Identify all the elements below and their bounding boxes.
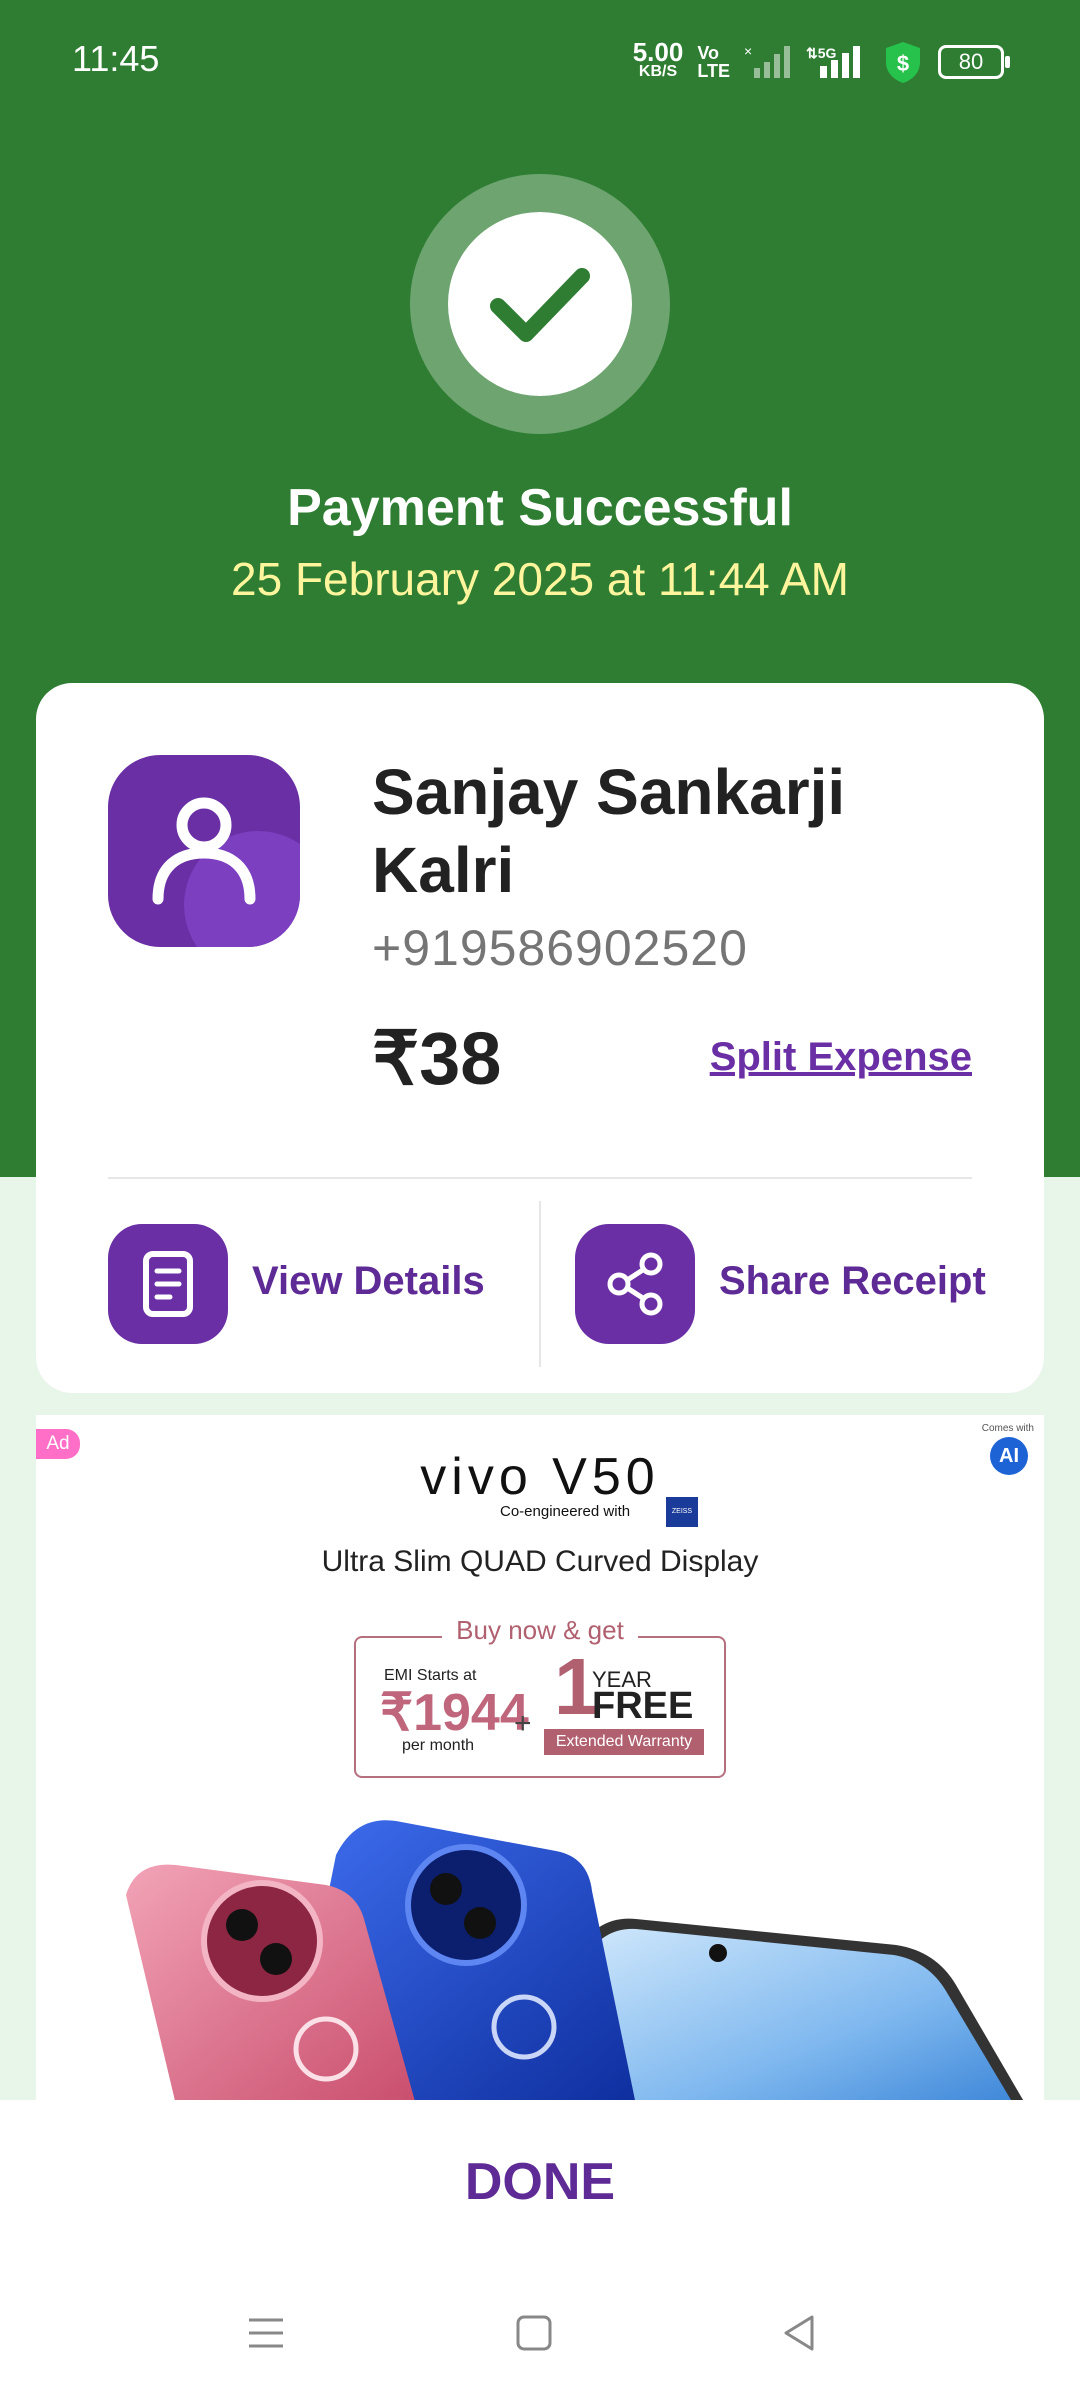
signal-icon: × [744,44,790,78]
card-divider [108,1177,972,1179]
ad-coengineered: Co-engineered with [500,1503,631,1520]
recent-apps-button[interactable] [245,2312,287,2354]
payee-phone: +919586902520 [372,920,748,976]
net-speed-unit: KB/S [638,63,678,80]
view-details-button[interactable] [108,1224,228,1344]
status-time: 11:45 [72,38,160,79]
svg-text:⇅5G: ⇅5G [806,45,837,61]
payment-status-title: Payment Successful [287,479,793,537]
svg-text:$: $ [897,51,909,76]
split-expense-link[interactable]: Split Expense [710,1035,972,1080]
ad-ai-note: Comes with [981,1423,1034,1434]
action-divider [539,1201,541,1367]
ad-banner[interactable]: Ad Comes with AI vivo V50 Co-engineered … [36,1415,1044,2100]
payee-name: Sanjay Sankarji Kalri [372,756,846,906]
success-check-icon [448,212,632,396]
svg-text:×: × [744,44,752,59]
battery-icon: 80 [938,45,1010,79]
ad-display-text: Ultra Slim QUAD Curved Display [321,1545,759,1578]
emi-per: per month [402,1737,475,1754]
emi-value: ₹1944 [380,1684,529,1742]
status-bar: 11:45 5.00 KB/S Vo LTE × ⇅5G $ 80 [0,0,1080,120]
payment-card: Sanjay Sankarji Kalri +919586902520 ₹38 … [36,683,1044,1393]
payment-amount: ₹38 [372,1017,502,1100]
zeiss-logo: ZEISS [666,1497,698,1527]
extended-warranty-badge: Extended Warranty [544,1729,704,1755]
share-icon [607,1252,663,1316]
share-receipt-button[interactable] [575,1224,695,1344]
payment-datetime: 25 February 2025 at 11:44 AM [231,553,849,605]
share-receipt-label[interactable]: Share Receipt [719,1259,986,1304]
back-button[interactable] [778,2312,820,2354]
warranty-free-label: FREE [592,1685,694,1727]
status-icons: 5.00 KB/S Vo LTE × ⇅5G $ 80 [633,36,1010,88]
offer-head: Buy now & get [442,1615,638,1646]
home-button[interactable] [513,2312,555,2354]
ad-brand: vivo V50 [420,1448,660,1506]
signal-5g-icon: ⇅5G [806,45,860,78]
security-shield-icon: $ [886,42,920,83]
volte-icon: Vo LTE [697,43,730,81]
offer-plus: + [514,1707,532,1740]
avatar [108,755,300,947]
phones-image [126,1820,1024,2100]
done-button[interactable]: DONE [0,2152,1080,2212]
net-speed: 5.00 KB/S [633,39,684,82]
document-icon [143,1251,193,1317]
bottom-bar [0,2100,1080,2400]
view-details-label[interactable]: View Details [252,1259,485,1304]
person-icon [152,797,300,947]
